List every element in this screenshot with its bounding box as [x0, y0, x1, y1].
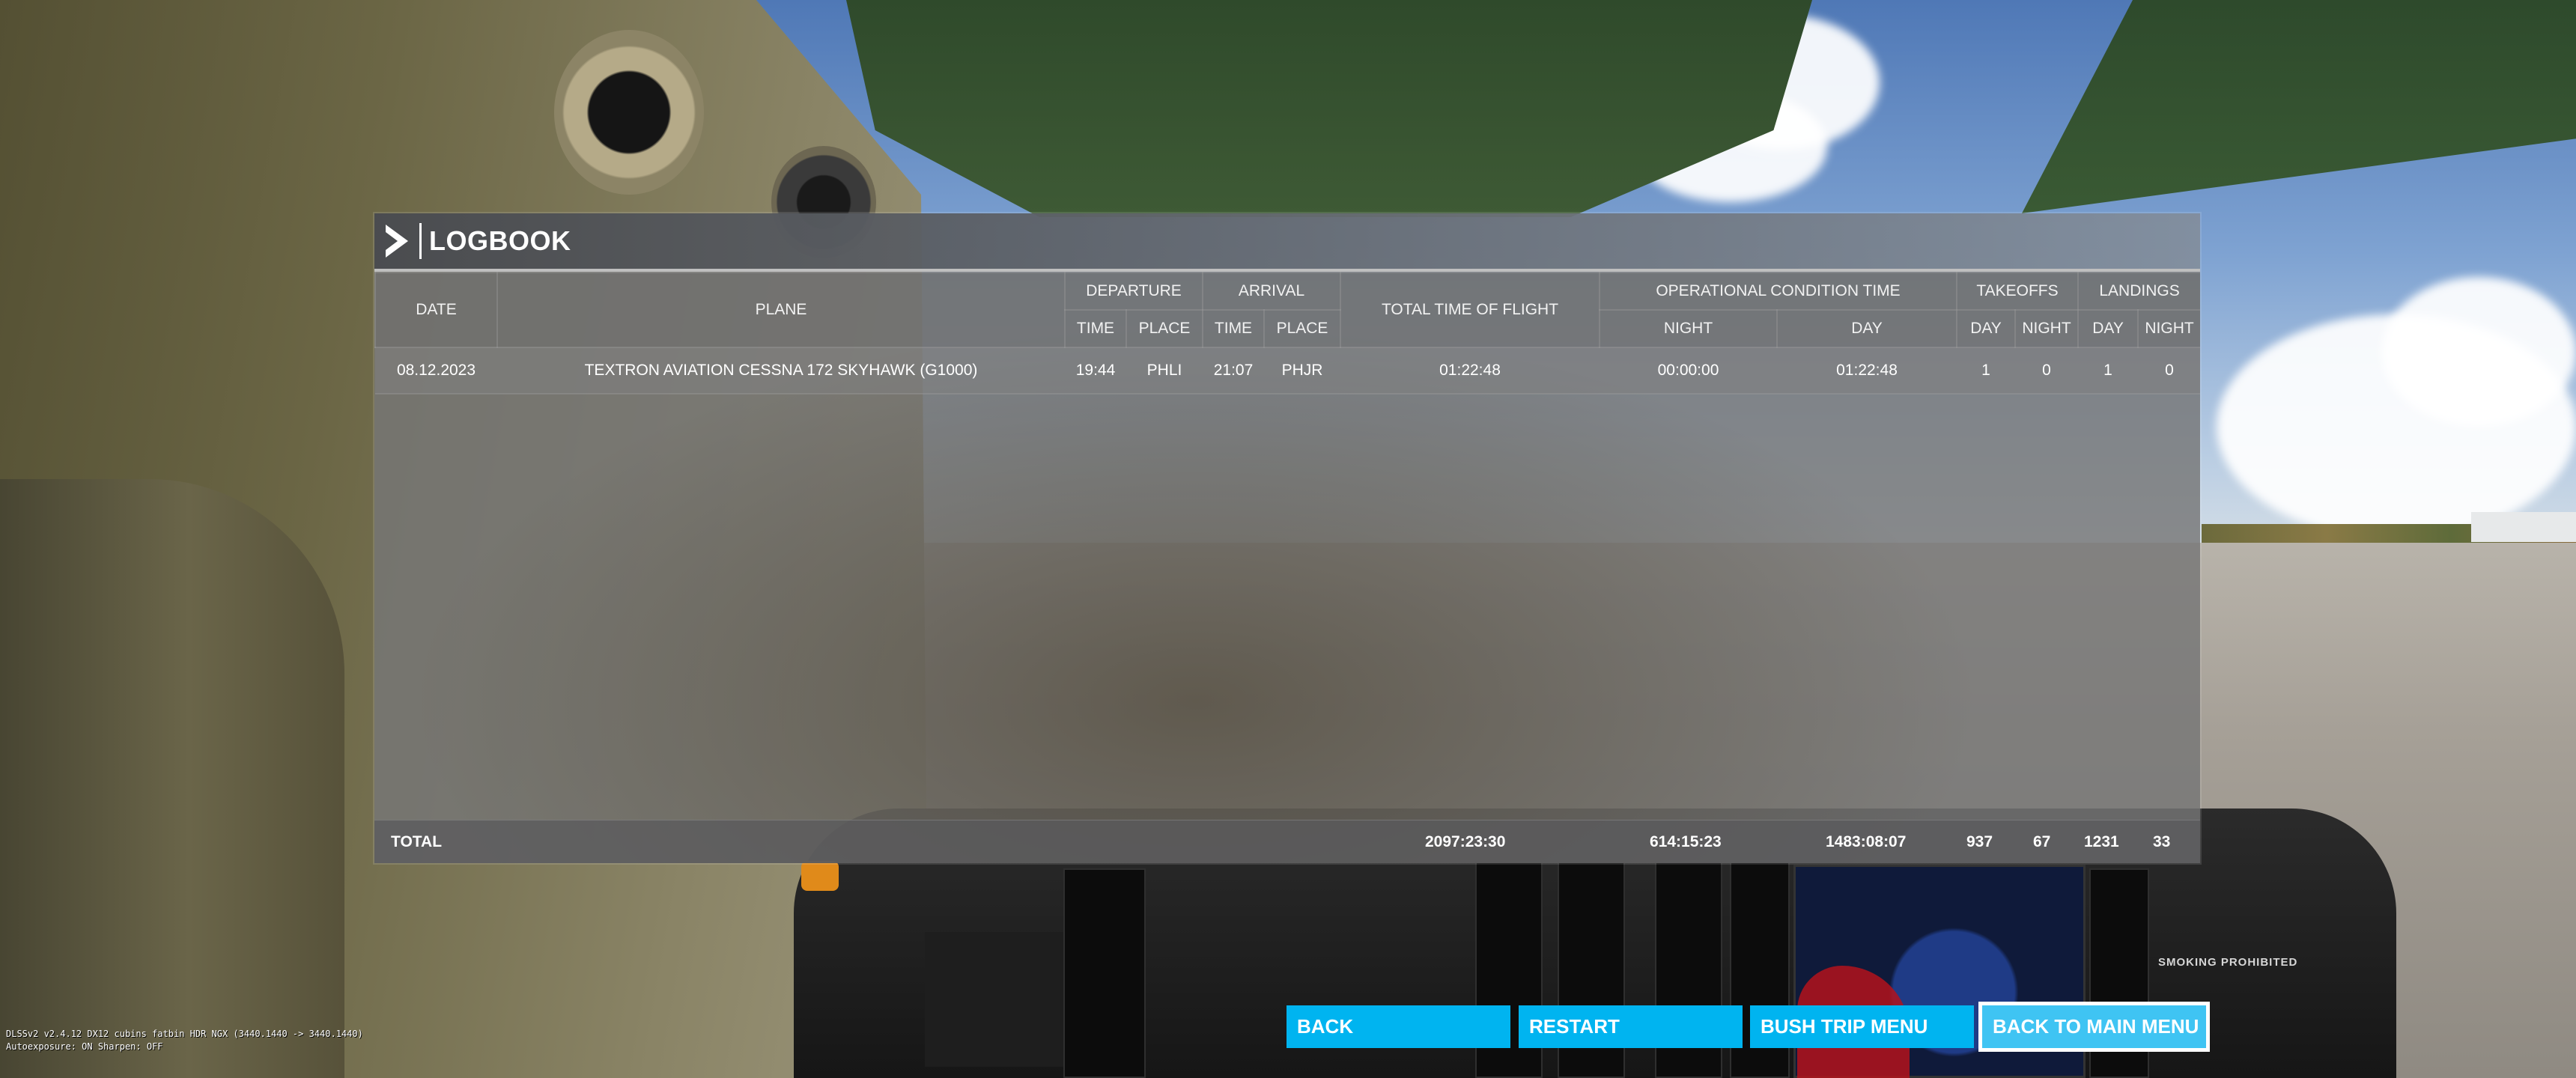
- cell-departure-place: PHLI: [1126, 347, 1203, 395]
- totals-total-time: 2097:23:30: [1425, 833, 1506, 850]
- totals-row: TOTAL 2097:23:30 614:15:23 1483:08:07 93…: [374, 820, 2200, 863]
- cell-plane: TEXTRON AVIATION CESSNA 172 SKYHAWK (G10…: [497, 347, 1065, 395]
- totals-takeoffs-day: 937: [1966, 833, 1993, 850]
- col-date: DATE: [374, 272, 498, 348]
- col-plane: PLANE: [496, 272, 1066, 348]
- col-takeoffs-night: NIGHT: [2014, 309, 2080, 348]
- totals-op-day: 1483:08:07: [1826, 833, 1907, 850]
- col-total-time: TOTAL TIME OF FLIGHT: [1340, 272, 1600, 348]
- cell-op-day: 01:22:48: [1777, 347, 1957, 395]
- col-operational-time: OPERATIONAL CONDITION TIME: [1599, 272, 1957, 311]
- col-departure-time: TIME: [1064, 309, 1127, 348]
- cell-takeoffs-day: 1: [1957, 347, 2015, 395]
- col-arrival-place: PLACE: [1263, 309, 1341, 348]
- col-takeoffs-day: DAY: [1956, 309, 2016, 348]
- totals-label: TOTAL: [391, 833, 443, 850]
- col-arrival-time: TIME: [1202, 309, 1265, 348]
- cell-arrival-place: PHJR: [1264, 347, 1340, 395]
- col-landings-night: NIGHT: [2137, 309, 2200, 348]
- restart-button[interactable]: RESTART: [1519, 1005, 1743, 1048]
- totals-landings-night: 33: [2153, 833, 2171, 850]
- logbook-title: LOGBOOK: [429, 225, 571, 256]
- col-takeoffs: TAKEOFFS: [1955, 272, 2080, 311]
- totals-takeoffs-night: 67: [2033, 833, 2051, 850]
- header-divider: [419, 223, 422, 259]
- debug-overlay: DLSSv2 v2.4.12 DX12 cubins fatbin HDR NG…: [6, 1028, 363, 1053]
- logbook-panel: LOGBOOK DATE PLANE DEPARTURE ARRIVAL TOT: [374, 213, 2200, 863]
- debug-line-2: Autoexposure: ON Sharpen: OFF: [6, 1041, 163, 1052]
- back-button[interactable]: BACK: [1287, 1005, 1510, 1048]
- cell-landings-day: 1: [2078, 347, 2139, 395]
- col-landings: LANDINGS: [2077, 272, 2200, 311]
- totals-landings-day: 1231: [2084, 833, 2119, 850]
- seat: [0, 479, 344, 1078]
- cell-op-night: 00:00:00: [1600, 347, 1777, 395]
- logbook-header: LOGBOOK: [374, 213, 2200, 272]
- cell-total-time: 01:22:48: [1340, 347, 1600, 395]
- debug-line-1: DLSSv2 v2.4.12 DX12 cubins fatbin HDR NG…: [6, 1029, 363, 1039]
- table-row[interactable]: 08.12.2023 TEXTRON AVIATION CESSNA 172 S…: [375, 347, 2200, 395]
- chevron-right-icon: [374, 213, 419, 270]
- fuel-knob: [801, 861, 839, 891]
- cell-landings-night: 0: [2138, 347, 2200, 395]
- logbook-table: DATE PLANE DEPARTURE ARRIVAL TOTAL TIME …: [374, 272, 2200, 395]
- cell-departure-time: 19:44: [1065, 347, 1126, 395]
- col-op-night: NIGHT: [1599, 309, 1778, 348]
- smoking-placard: SMOKING PROHIBITED: [2158, 956, 2298, 969]
- cell-takeoffs-night: 0: [2015, 347, 2079, 395]
- avionics-unit: [1063, 868, 1146, 1078]
- back-to-main-menu-button[interactable]: BACK TO MAIN MENU: [1982, 1005, 2206, 1048]
- cell-date: 08.12.2023: [375, 347, 497, 395]
- col-departure: DEPARTURE: [1064, 272, 1203, 311]
- totals-op-night: 614:15:23: [1650, 833, 1722, 850]
- col-op-day: DAY: [1776, 309, 1957, 348]
- hangar: [2471, 512, 2576, 542]
- col-arrival: ARRIVAL: [1202, 272, 1341, 311]
- cell-arrival-time: 21:07: [1203, 347, 1264, 395]
- bush-trip-menu-button[interactable]: BUSH TRIP MENU: [1750, 1005, 1974, 1048]
- cabin-speaker: [554, 30, 704, 195]
- col-departure-place: PLACE: [1126, 309, 1203, 348]
- cloud: [2381, 277, 2576, 427]
- col-landings-day: DAY: [2077, 309, 2139, 348]
